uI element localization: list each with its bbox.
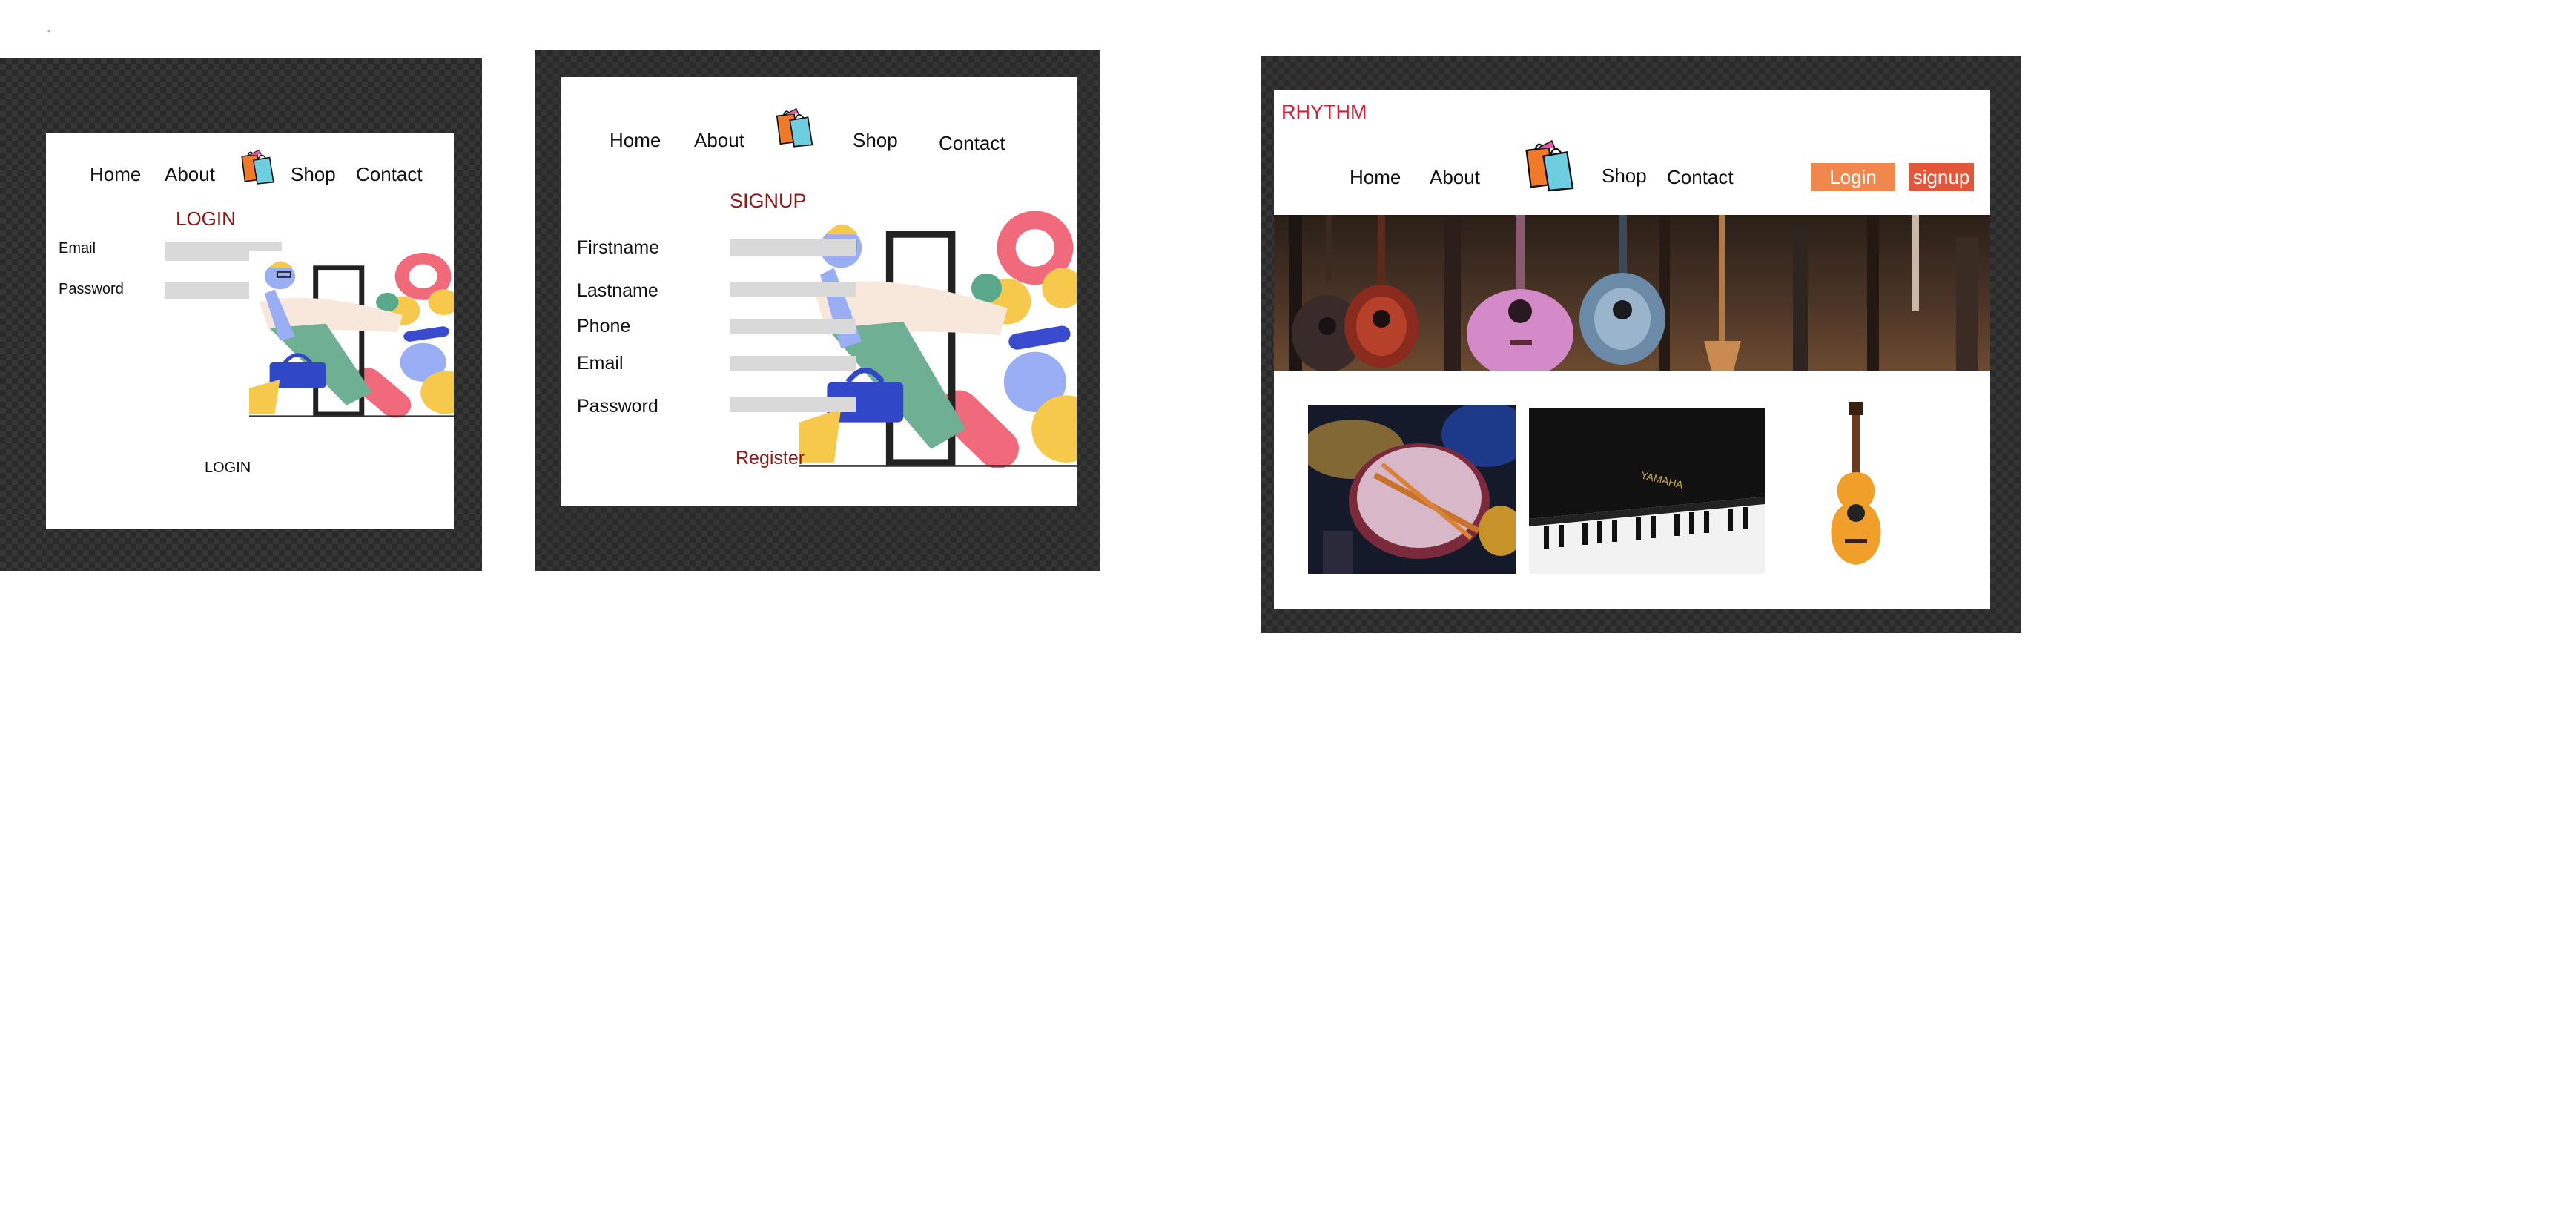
password-label: Password [59,281,124,297]
signup-title: SIGNUP [730,190,807,212]
phone-label: Phone [577,316,631,337]
nav-shop[interactable]: Shop [1602,165,1647,188]
nav-contact[interactable]: Contact [1667,166,1734,189]
guitar-product-image[interactable] [1793,402,1919,574]
signup-card: Home About Shop Contact SIGNUP Firstname… [561,77,1077,506]
nav-shop[interactable]: Shop [853,129,898,152]
nav-shop[interactable]: Shop [291,163,336,186]
drum-product-image[interactable] [1308,405,1516,574]
drum-photo-icon [1308,405,1516,574]
stray-mark: - [47,25,50,36]
lastname-label: Lastname [577,280,658,301]
nav-about[interactable]: About [694,129,744,152]
shopping-bags-logo-icon[interactable] [1519,136,1579,193]
password-field[interactable] [730,397,856,412]
firstname-label: Firstname [577,237,660,258]
piano-photo-icon: YAMAHA [1529,408,1765,574]
firstname-field[interactable] [730,239,856,256]
shopping-bags-logo-icon[interactable] [773,105,816,148]
nav-about[interactable]: About [1430,166,1480,189]
nav-contact[interactable]: Contact [356,163,423,186]
nav-home[interactable]: Home [610,129,661,152]
email-field[interactable] [730,356,856,371]
shopping-bags-logo-icon[interactable] [237,147,278,185]
login-screen-frame: Home About Shop Contact LOGIN Email Pass… [0,58,482,571]
home-screen-frame: RHYTHM Home About Shop Contact Login sig… [1261,56,2021,633]
brand-logo-text[interactable]: RHYTHM [1281,101,1367,124]
piano-product-image[interactable]: YAMAHA [1529,408,1765,574]
login-card: Home About Shop Contact LOGIN Email Pass… [46,133,454,529]
ukulele-wall-icon [1289,215,1978,371]
nav-contact[interactable]: Contact [939,132,1005,155]
phone-field[interactable] [730,319,856,334]
signup-button[interactable]: signup [1909,163,1974,191]
login-button[interactable]: Login [1811,163,1895,191]
walking-person-illustration [249,251,454,423]
lastname-field[interactable] [730,282,856,297]
email-label: Email [59,240,96,256]
nav-home[interactable]: Home [90,163,141,186]
nav-about[interactable]: About [165,163,215,186]
login-title: LOGIN [176,208,236,230]
login-submit-button[interactable]: LOGIN [205,460,251,477]
nav-home[interactable]: Home [1350,166,1401,189]
register-button[interactable]: Register [736,448,805,469]
acoustic-guitar-icon [1831,402,1881,565]
ukulele-banner-image [1274,215,1990,371]
email-label: Email [577,353,624,374]
home-card: RHYTHM Home About Shop Contact Login sig… [1274,90,1990,609]
password-label: Password [577,396,658,417]
signup-screen-frame: Home About Shop Contact SIGNUP Firstname… [535,50,1100,571]
